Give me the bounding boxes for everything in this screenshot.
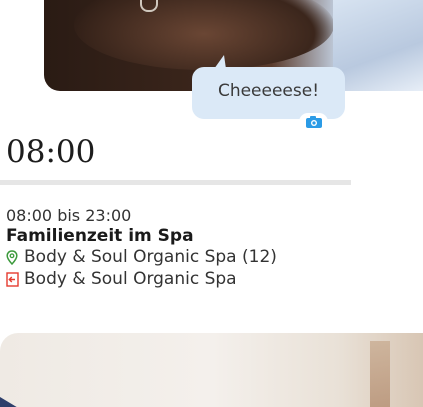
event-time-range: 08:00 bis 23:00	[6, 206, 132, 225]
bottom-photo[interactable]	[0, 333, 423, 407]
photo-shirt	[333, 0, 423, 91]
photo-arms	[74, 0, 334, 70]
event-title: Familienzeit im Spa	[6, 226, 194, 246]
event-venue-text: Body & Soul Organic Spa	[24, 269, 237, 289]
caption-text: Cheeeeese!	[217, 81, 320, 101]
timeline-time-heading: 08:00	[6, 134, 96, 170]
timeline-divider	[0, 180, 351, 185]
event-venue-row[interactable]: Body & Soul Organic Spa	[6, 268, 416, 290]
photo-accent	[0, 397, 20, 407]
photo-panel	[370, 341, 390, 407]
location-pin-icon	[6, 249, 20, 265]
camera-badge[interactable]	[299, 113, 328, 131]
entrance-icon	[6, 271, 20, 287]
camera-icon	[305, 116, 322, 128]
event-card[interactable]: 08:00 bis 23:00 Familienzeit im Spa Body…	[6, 206, 416, 290]
event-location-text: Body & Soul Organic Spa (12)	[24, 247, 277, 267]
caption-bubble: Cheeeeese!	[192, 55, 345, 119]
event-location-row[interactable]: Body & Soul Organic Spa (12)	[6, 246, 416, 268]
